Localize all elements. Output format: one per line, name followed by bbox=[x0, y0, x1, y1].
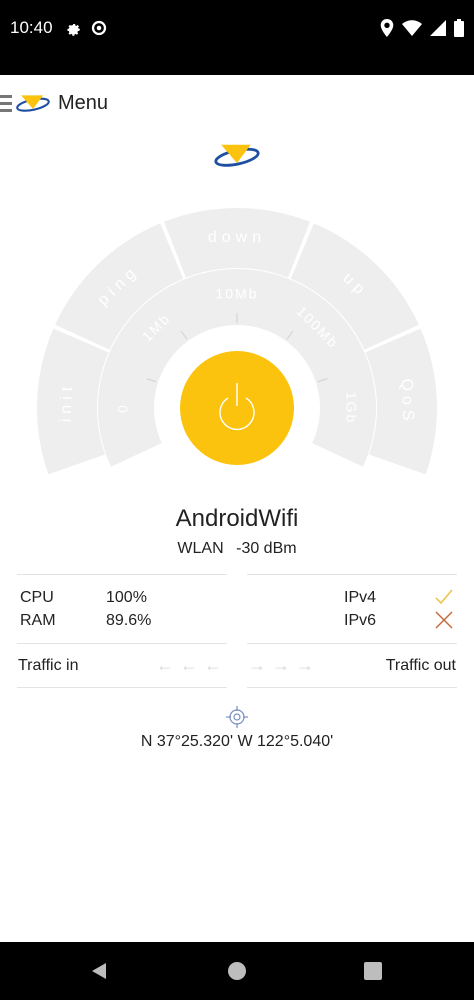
divider bbox=[247, 574, 457, 575]
ipv4-label: IPv4 bbox=[344, 589, 377, 606]
gauge-label-down: down bbox=[208, 229, 266, 246]
arrow-left-icon: ← bbox=[180, 655, 198, 675]
traffic-in-arrows: ← ← ← bbox=[156, 655, 222, 676]
gps-coordinates: N 37°25.320' W 122°5.040' bbox=[140, 733, 334, 750]
divider bbox=[247, 687, 457, 688]
speed-gauge: initpingdownupQoS 01Mb10Mb100Mb1Gb bbox=[36, 208, 437, 475]
app-bar: Menu bbox=[0, 78, 474, 130]
divider bbox=[17, 687, 227, 688]
data-saver-icon bbox=[91, 20, 107, 36]
speed-label: 1Gb bbox=[343, 392, 359, 424]
gps-crosshair-icon bbox=[226, 706, 248, 728]
traffic-out-label: Traffic out bbox=[385, 657, 456, 674]
location-icon bbox=[380, 19, 394, 37]
check-icon bbox=[435, 589, 453, 605]
ram-label: RAM bbox=[20, 612, 56, 629]
ram-value: 89.6% bbox=[106, 612, 152, 629]
start-button[interactable] bbox=[180, 351, 294, 465]
divider bbox=[17, 574, 227, 575]
menu-icon[interactable] bbox=[0, 95, 12, 113]
arrow-left-icon: ← bbox=[204, 655, 222, 675]
divider bbox=[17, 643, 227, 644]
cpu-label: CPU bbox=[20, 589, 54, 606]
navigation-bar bbox=[0, 942, 474, 1000]
ipv6-label: IPv6 bbox=[344, 612, 377, 629]
menu-label[interactable]: Menu bbox=[58, 92, 108, 115]
gauge-label-qos: QoS bbox=[398, 378, 417, 426]
divider bbox=[247, 643, 457, 644]
network-type: WLAN bbox=[177, 540, 224, 557]
battery-icon bbox=[454, 19, 464, 37]
arrow-right-icon: → bbox=[272, 655, 290, 675]
traffic-in-label: Traffic in bbox=[18, 657, 79, 674]
status-left-icons bbox=[64, 19, 108, 37]
status-right-icons bbox=[380, 19, 464, 37]
gear-icon bbox=[67, 23, 81, 36]
speed-label: 10Mb bbox=[215, 286, 258, 302]
gauge-label-init: init bbox=[58, 382, 76, 423]
cross-icon bbox=[435, 611, 453, 629]
status-time: 10:40 bbox=[10, 18, 53, 37]
arrow-left-icon: ← bbox=[156, 655, 174, 675]
cpu-value: 100% bbox=[106, 589, 147, 606]
home-icon[interactable] bbox=[228, 962, 246, 980]
traffic-out-arrows: → → → bbox=[248, 655, 314, 676]
status-bar: 10:40 bbox=[0, 0, 474, 75]
signal-strength: -30 dBm bbox=[236, 540, 297, 557]
signal-row: WLAN -30 dBm bbox=[0, 540, 474, 558]
arrow-right-icon: → bbox=[248, 655, 266, 675]
wifi-icon bbox=[402, 20, 422, 36]
recent-apps-icon[interactable] bbox=[364, 962, 382, 980]
back-icon[interactable] bbox=[90, 962, 108, 980]
arrow-right-icon: → bbox=[296, 655, 314, 675]
center-logo-icon bbox=[214, 144, 260, 167]
signal-icon bbox=[430, 20, 446, 36]
speed-label: 0 bbox=[115, 403, 131, 413]
network-name: AndroidWifi bbox=[175, 505, 299, 532]
app-logo-icon[interactable] bbox=[14, 92, 52, 114]
